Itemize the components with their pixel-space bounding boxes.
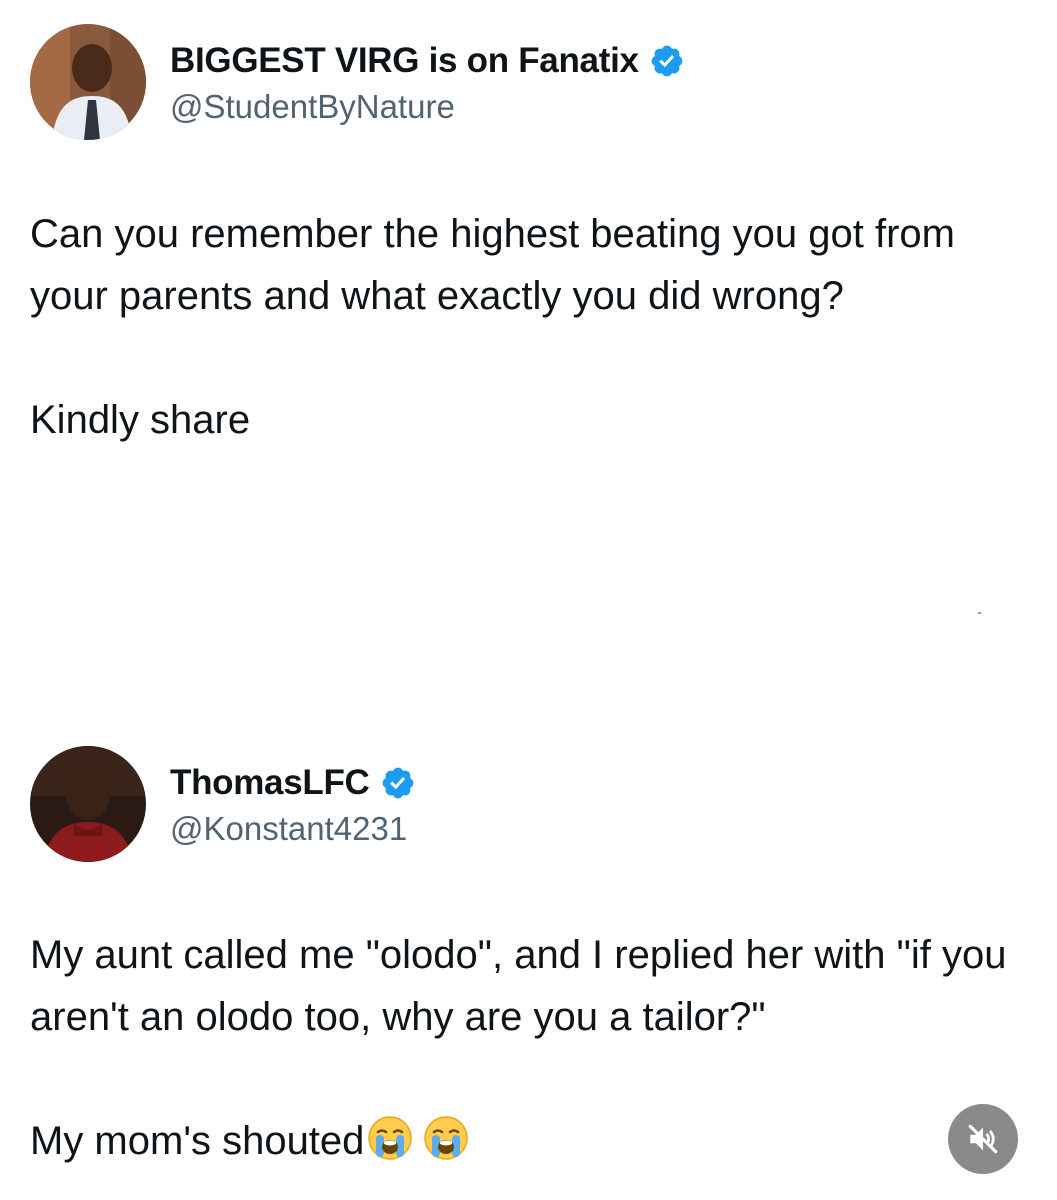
loudly-crying-face-icon bbox=[422, 1114, 470, 1162]
tweet-header: ThomasLFC @Konstant4231 bbox=[30, 746, 1030, 866]
avatar-photo bbox=[30, 24, 146, 140]
tweet-paragraph: My aunt called me "olodo", and I replied… bbox=[30, 933, 1007, 1039]
verified-badge-icon bbox=[380, 765, 416, 801]
display-name-row: ThomasLFC bbox=[170, 760, 416, 806]
author-names: ThomasLFC @Konstant4231 bbox=[170, 760, 416, 848]
display-name[interactable]: BIGGEST VIRG is on Fanatix bbox=[170, 41, 639, 81]
tweet-header: BIGGEST VIRG is on Fanatix @StudentByNat… bbox=[30, 24, 1030, 144]
avatar[interactable] bbox=[30, 24, 146, 140]
speaker-muted-icon bbox=[968, 1124, 998, 1154]
tweet-paragraph-text: My mom's shouted bbox=[30, 1119, 365, 1163]
avatar-photo bbox=[30, 746, 146, 862]
handle[interactable]: @StudentByNature bbox=[170, 88, 685, 126]
loudly-crying-face-icon bbox=[366, 1114, 414, 1162]
handle[interactable]: @Konstant4231 bbox=[170, 810, 416, 848]
mute-toggle-button[interactable] bbox=[948, 1104, 1018, 1174]
artifact-dot bbox=[978, 612, 981, 614]
tweet-paragraph: Can you remember the highest beating you… bbox=[30, 212, 955, 318]
display-name-row: BIGGEST VIRG is on Fanatix bbox=[170, 38, 685, 84]
tweet-text: My aunt called me "olodo", and I replied… bbox=[30, 924, 1020, 1172]
tweet-paragraph: My mom's shouted bbox=[30, 1110, 1020, 1172]
verified-badge-icon bbox=[649, 43, 685, 79]
avatar[interactable] bbox=[30, 746, 146, 862]
display-name[interactable]: ThomasLFC bbox=[170, 763, 370, 803]
tweet-text: Can you remember the highest beating you… bbox=[30, 203, 1020, 451]
author-names: BIGGEST VIRG is on Fanatix @StudentByNat… bbox=[170, 38, 685, 126]
tweet-paragraph: Kindly share bbox=[30, 398, 251, 442]
